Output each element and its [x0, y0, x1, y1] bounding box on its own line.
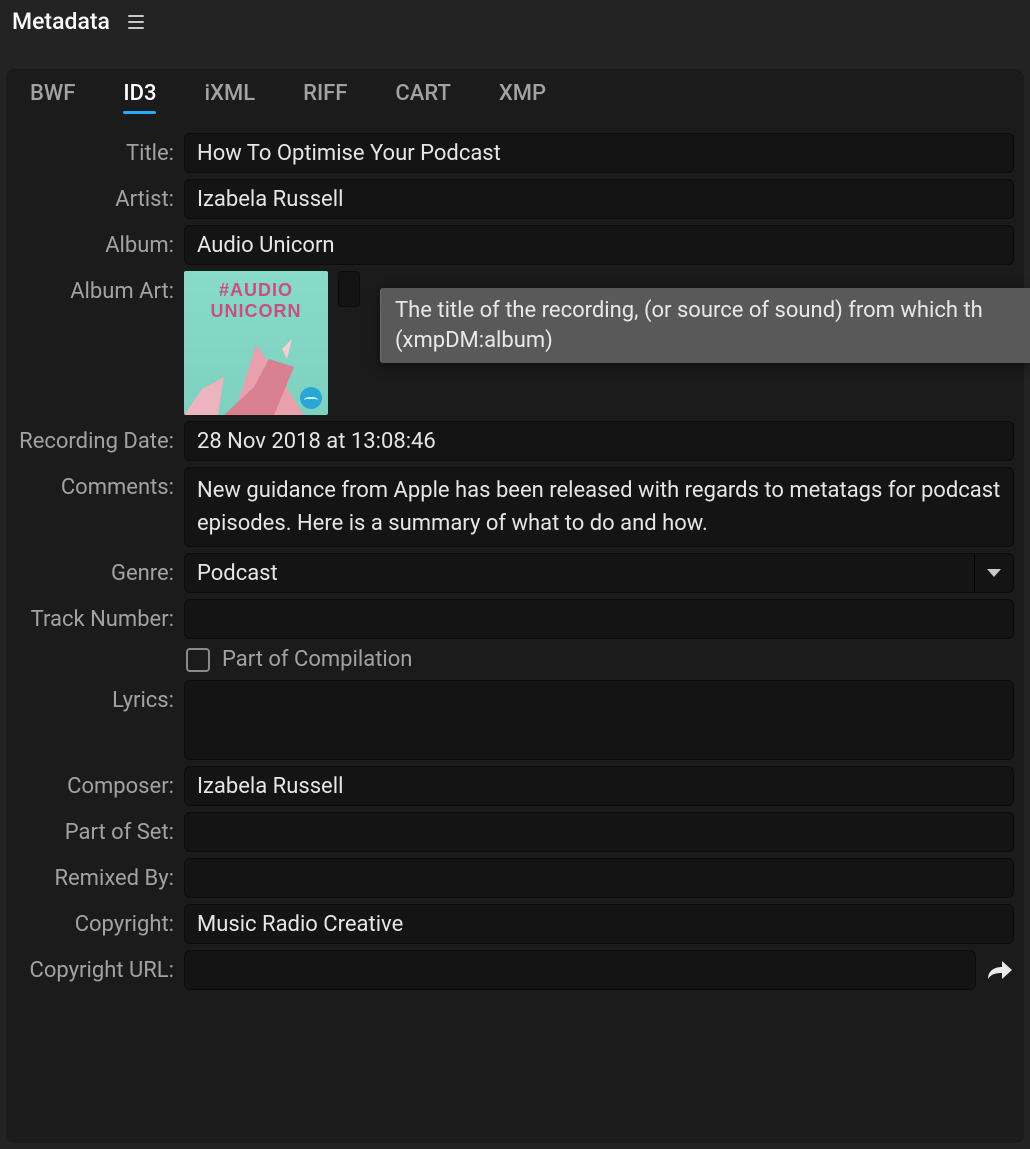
chevron-down-icon — [987, 569, 1001, 577]
tab-ixml[interactable]: iXML — [204, 81, 255, 112]
genre-input[interactable]: Podcast — [184, 553, 974, 593]
label-track-number: Track Number: — [16, 599, 174, 632]
part-of-set-input[interactable] — [184, 812, 1014, 852]
label-album: Album: — [16, 225, 174, 258]
title-input[interactable]: How To Optimise Your Podcast — [184, 133, 1014, 173]
remixed-by-input[interactable] — [184, 858, 1014, 898]
label-album-art: Album Art: — [16, 271, 174, 304]
tab-bar: BWF ID3 iXML RIFF CART XMP — [6, 81, 1024, 127]
label-composer: Composer: — [16, 766, 174, 799]
copyright-input[interactable]: Music Radio Creative — [184, 904, 1014, 944]
label-lyrics: Lyrics: — [16, 680, 174, 713]
recording-date-input[interactable]: 28 Nov 2018 at 13:08:46 — [184, 421, 1014, 461]
panel-title: Metadata — [12, 8, 110, 35]
genre-dropdown-button[interactable] — [974, 553, 1014, 593]
album-input[interactable]: Audio Unicorn — [184, 225, 1014, 265]
label-comments: Comments: — [16, 467, 174, 500]
label-title: Title: — [16, 133, 174, 166]
label-recording-date: Recording Date: — [16, 421, 174, 454]
label-copyright-url: Copyright URL: — [16, 950, 174, 983]
artist-input[interactable]: Izabela Russell — [184, 179, 1014, 219]
label-copyright: Copyright: — [16, 904, 174, 937]
lyrics-input[interactable] — [184, 680, 1014, 760]
label-remixed-by: Remixed By: — [16, 858, 174, 891]
copyright-url-input[interactable] — [184, 950, 976, 990]
tab-xmp[interactable]: XMP — [499, 81, 546, 112]
tab-cart[interactable]: CART — [395, 81, 450, 112]
part-of-compilation-checkbox[interactable] — [186, 648, 210, 672]
tab-riff[interactable]: RIFF — [303, 81, 347, 112]
comments-input[interactable]: New guidance from Apple has been release… — [184, 467, 1014, 547]
album-art-text-2: UNICORN — [211, 302, 302, 321]
panel-menu-icon[interactable] — [124, 11, 148, 33]
label-part-of-set: Part of Set: — [16, 812, 174, 845]
label-genre: Genre: — [16, 553, 174, 586]
field-tooltip: The title of the recording, (or source o… — [380, 288, 1030, 363]
album-art-thumbnail[interactable]: #AUDIO UNICORN — [184, 271, 328, 415]
metadata-panel: BWF ID3 iXML RIFF CART XMP Title: How To… — [6, 69, 1024, 1143]
composer-input[interactable]: Izabela Russell — [184, 766, 1014, 806]
tab-id3[interactable]: ID3 — [123, 81, 156, 112]
album-art-text-1: #AUDIO — [219, 281, 293, 300]
label-part-of-compilation: Part of Compilation — [222, 647, 412, 672]
track-number-input[interactable] — [184, 599, 1014, 639]
tab-bwf[interactable]: BWF — [30, 81, 75, 112]
label-artist: Artist: — [16, 179, 174, 212]
brand-badge-icon — [300, 387, 322, 409]
open-url-button[interactable] — [986, 959, 1014, 981]
add-album-art-button[interactable] — [338, 271, 360, 307]
share-arrow-icon — [986, 959, 1014, 981]
